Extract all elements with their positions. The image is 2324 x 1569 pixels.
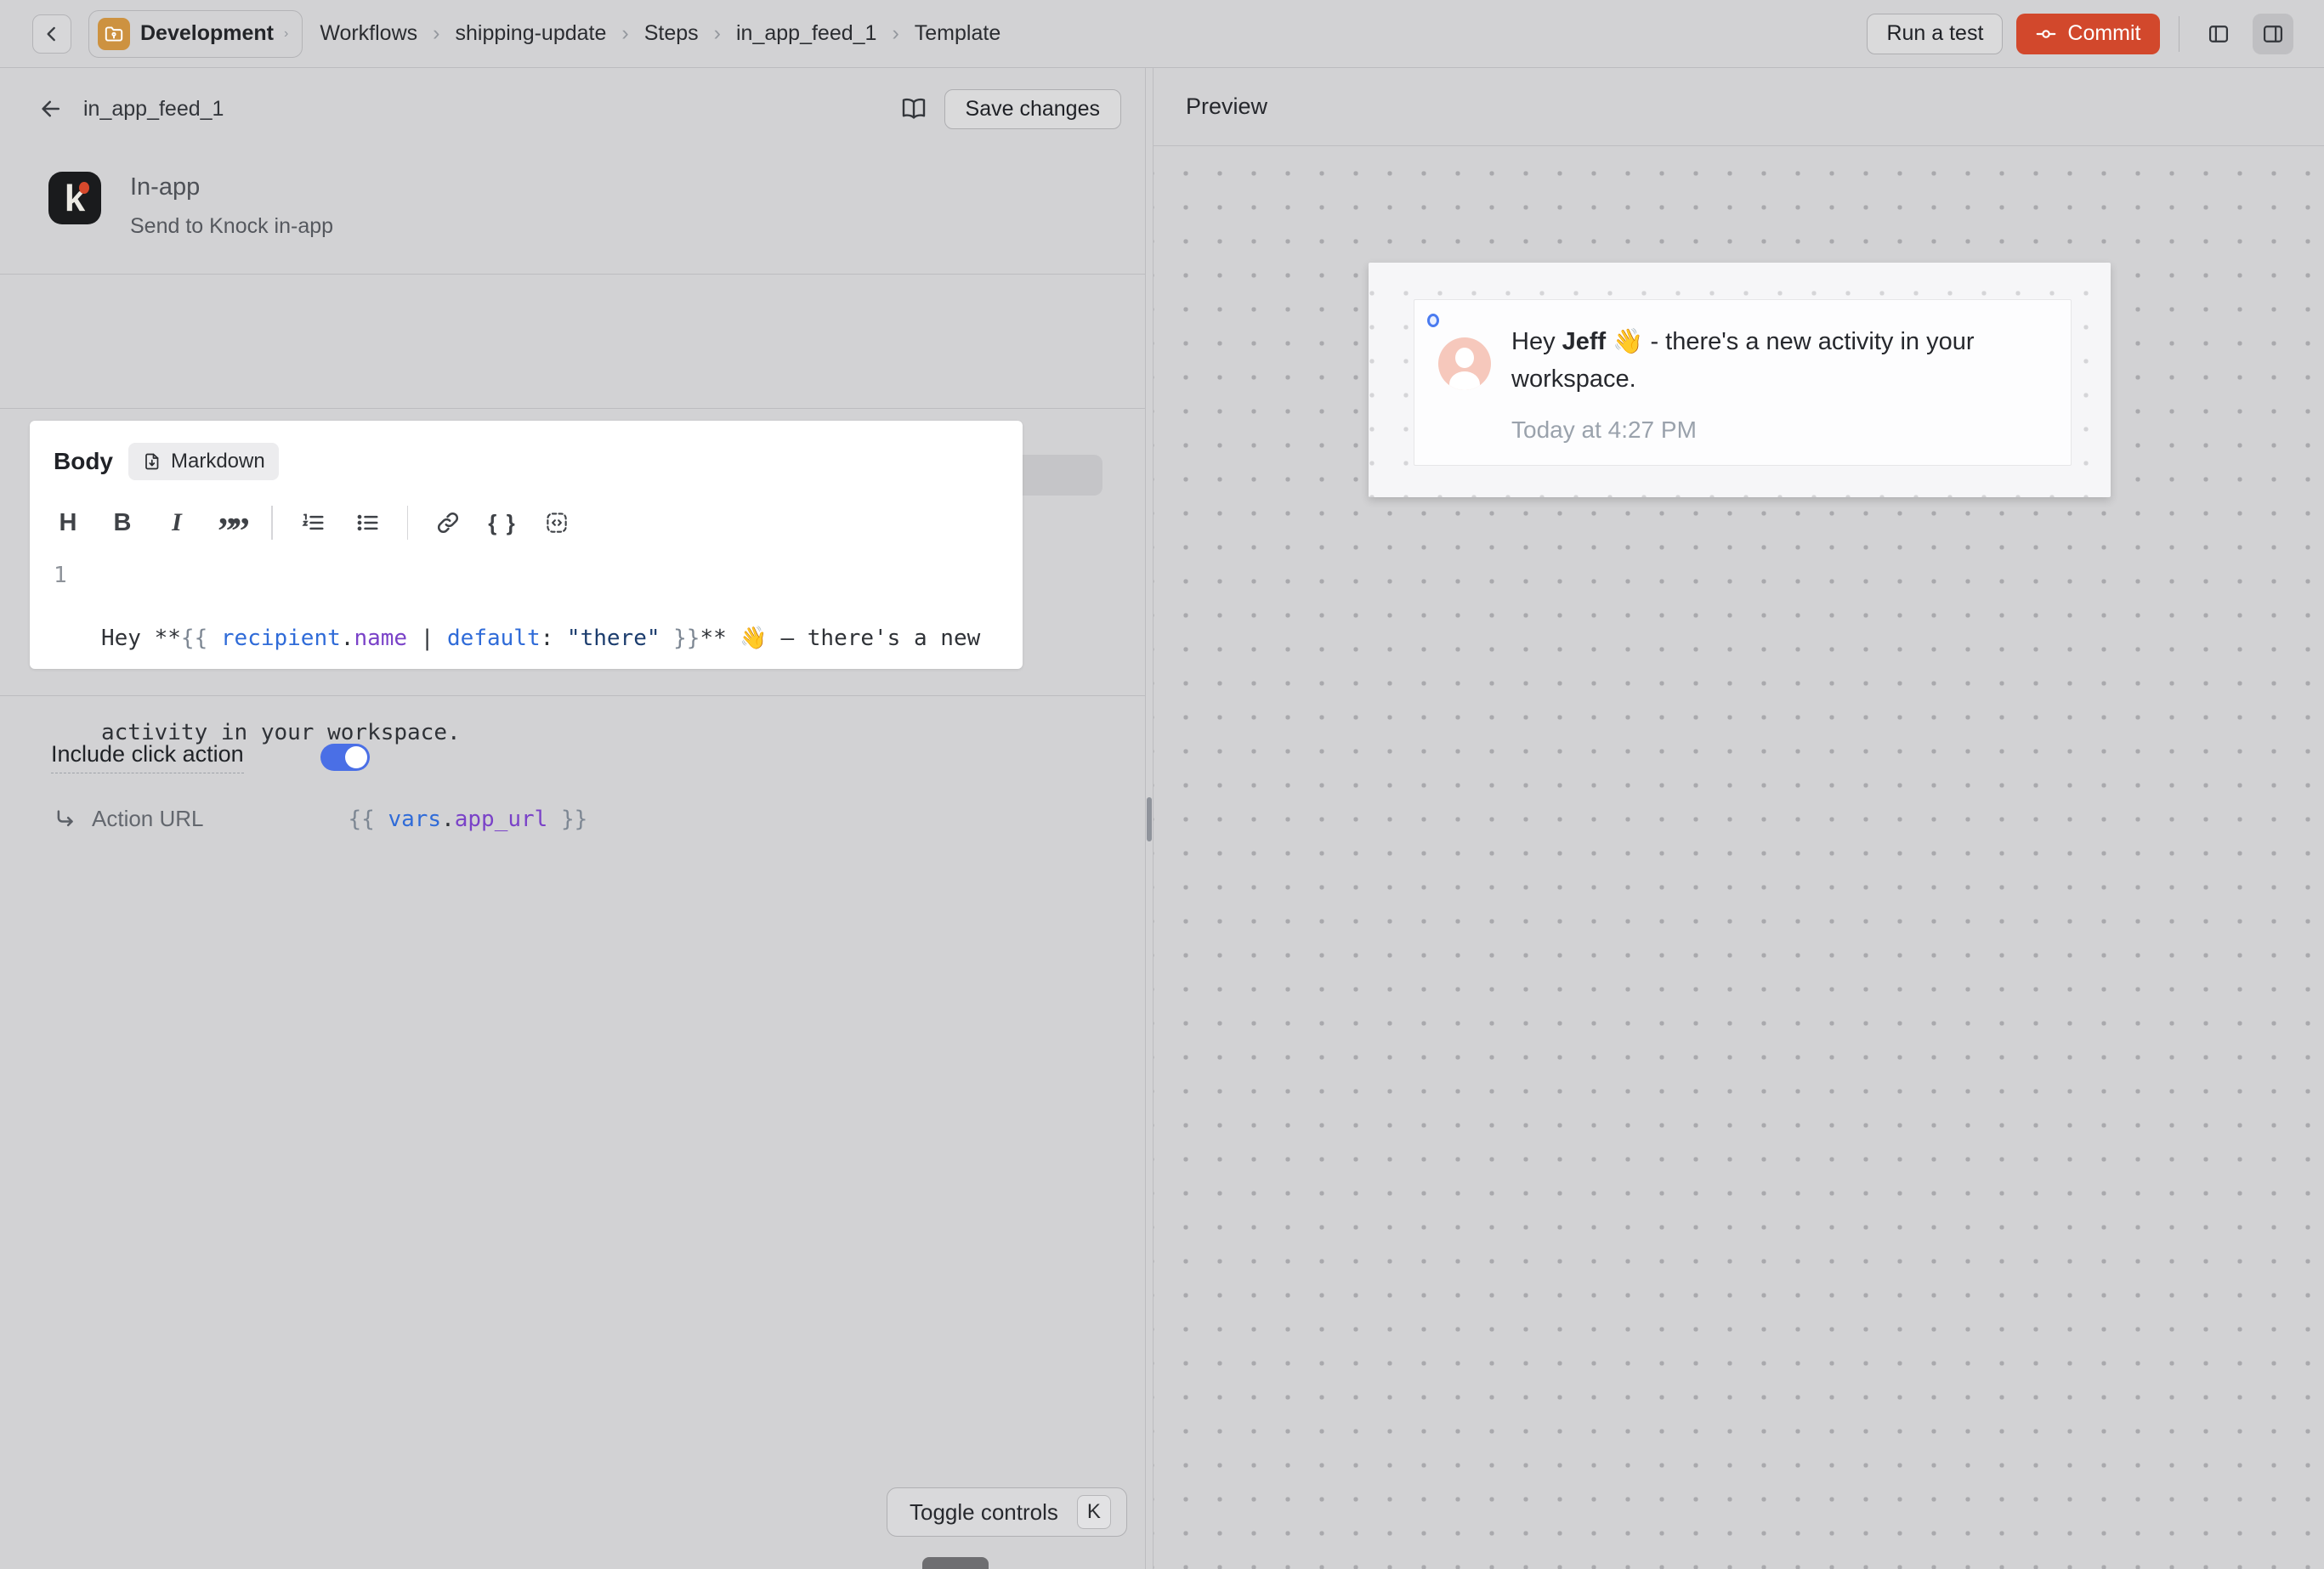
return-arrow-icon: [53, 807, 78, 832]
panel-resize-gutter[interactable]: [1146, 68, 1153, 1569]
topbar: Development › Workflows › shipping-updat…: [0, 0, 2324, 68]
breadcrumb-separator-icon: ›: [621, 21, 628, 46]
bottom-peek-element: [922, 1557, 989, 1569]
unread-indicator: [1427, 314, 1439, 327]
keyboard-shortcut-badge: K: [1077, 1495, 1111, 1529]
channel-title: In-app: [130, 173, 333, 201]
section-divider: [0, 274, 1145, 275]
braces-icon[interactable]: { }: [488, 506, 517, 540]
italic-icon[interactable]: I: [162, 506, 191, 540]
channel-text: In-app Send to Knock in-app: [130, 172, 333, 239]
click-action-row: Include click action: [51, 741, 370, 773]
body-editor-card: Body Markdown H B I ””: [30, 421, 1023, 669]
markdown-file-icon: [142, 451, 162, 472]
channel-block: k In-app Send to Knock in-app: [48, 172, 333, 239]
ordered-list-icon[interactable]: [298, 506, 327, 540]
docs-button[interactable]: [895, 90, 932, 127]
toolbar-divider: [407, 506, 409, 540]
preview-panel: Preview Hey Jeff 👋 - there's a new activ…: [1153, 68, 2324, 1569]
click-action-label: Include click action: [51, 741, 244, 773]
breadcrumb-separator-icon: ›: [892, 21, 898, 46]
preview-header: Preview: [1153, 68, 2324, 146]
arrow-left-icon: [38, 96, 64, 122]
knock-logo-dot: [79, 182, 89, 194]
topbar-right: Run a test Commit: [1867, 14, 2293, 54]
code-block-icon[interactable]: [542, 506, 571, 540]
code-line: Hey **{{ recipient.name | default: "ther…: [101, 623, 980, 654]
panel-right-icon: [2261, 22, 2285, 46]
body-editor-header: Body Markdown: [54, 443, 999, 480]
bold-icon[interactable]: B: [108, 506, 137, 540]
toggle-left-panel-button[interactable]: [2198, 14, 2239, 54]
chevron-left-icon: [41, 23, 63, 45]
code-content: Hey **{{ recipient.name | default: "ther…: [101, 560, 980, 812]
knock-logo: k: [48, 172, 101, 224]
breadcrumb: Workflows › shipping-update › Steps › in…: [320, 21, 1000, 46]
toggle-right-panel-button[interactable]: [2253, 14, 2293, 54]
toggle-knob: [345, 746, 367, 768]
editor-header: in_app_feed_1 Save changes: [34, 85, 1121, 133]
format-badge[interactable]: Markdown: [128, 443, 279, 480]
avatar: [1438, 337, 1491, 390]
avatar-person-icon: [1455, 348, 1474, 368]
preview-title: Preview: [1186, 93, 1267, 120]
line-number: 1: [54, 560, 101, 812]
toggle-controls-label: Toggle controls: [910, 1499, 1058, 1526]
main-split: in_app_feed_1 Save changes k In-app Send…: [0, 68, 2324, 1569]
book-icon: [900, 95, 927, 122]
click-action-toggle[interactable]: [320, 744, 370, 771]
git-commit-icon: [2035, 23, 2057, 45]
app-root: Development › Workflows › shipping-updat…: [0, 0, 2324, 1569]
environment-switcher[interactable]: Development ›: [88, 10, 303, 58]
action-url-value[interactable]: {{ vars.app_url }}: [349, 807, 588, 832]
quote-icon[interactable]: ””: [217, 506, 246, 540]
notification-preview-card[interactable]: Hey Jeff 👋 - there's a new activity in y…: [1414, 299, 2072, 466]
save-changes-button[interactable]: Save changes: [944, 89, 1121, 129]
step-name: in_app_feed_1: [83, 97, 224, 122]
environment-label: Development: [140, 21, 274, 46]
back-button[interactable]: [32, 14, 71, 54]
body-label: Body: [54, 448, 113, 475]
toolbar-divider: [271, 506, 273, 540]
editor-toolbar: H B I ”” { }: [54, 504, 999, 541]
action-url-row: Action URL {{ vars.app_url }}: [53, 806, 587, 832]
topbar-divider: [2179, 16, 2180, 52]
chevron-right-icon: ›: [284, 26, 288, 42]
unordered-list-icon[interactable]: [353, 506, 382, 540]
panel-left-icon: [2207, 22, 2230, 46]
toggle-controls-button[interactable]: Toggle controls K: [887, 1487, 1127, 1537]
breadcrumb-separator-icon: ›: [433, 21, 439, 46]
run-test-button[interactable]: Run a test: [1867, 14, 2003, 54]
breadcrumb-workflows[interactable]: Workflows: [320, 21, 417, 46]
panel-resize-handle[interactable]: [1147, 797, 1152, 841]
commit-button-label: Commit: [2067, 21, 2140, 46]
breadcrumb-workflow-name[interactable]: shipping-update: [455, 21, 606, 46]
section-divider: [0, 695, 1145, 696]
format-badge-label: Markdown: [171, 450, 265, 473]
action-url-label: Action URL: [92, 806, 204, 832]
environment-folder-icon: [98, 18, 130, 50]
commit-button[interactable]: Commit: [2016, 14, 2159, 54]
heading-icon[interactable]: H: [54, 506, 82, 540]
topbar-left: Development › Workflows › shipping-updat…: [32, 10, 1000, 58]
section-divider: [0, 408, 1145, 409]
preview-canvas: Hey Jeff 👋 - there's a new activity in y…: [1153, 146, 2324, 1569]
editor-back-button[interactable]: [34, 92, 68, 126]
breadcrumb-template[interactable]: Template: [915, 21, 1000, 46]
breadcrumb-separator-icon: ›: [714, 21, 721, 46]
channel-subtitle: Send to Knock in-app: [130, 214, 333, 239]
template-editor-panel: in_app_feed_1 Save changes k In-app Send…: [0, 68, 1146, 1569]
breadcrumb-step-name[interactable]: in_app_feed_1: [736, 21, 876, 46]
notification-message: Hey Jeff 👋 - there's a new activity in y…: [1511, 323, 2021, 398]
feed-preview-surface: Hey Jeff 👋 - there's a new activity in y…: [1369, 263, 2111, 497]
breadcrumb-steps[interactable]: Steps: [644, 21, 699, 46]
body-code-editor[interactable]: 1 Hey **{{ recipient.name | default: "th…: [54, 560, 999, 812]
link-icon[interactable]: [434, 506, 462, 540]
notification-timestamp: Today at 4:27 PM: [1511, 416, 1697, 444]
